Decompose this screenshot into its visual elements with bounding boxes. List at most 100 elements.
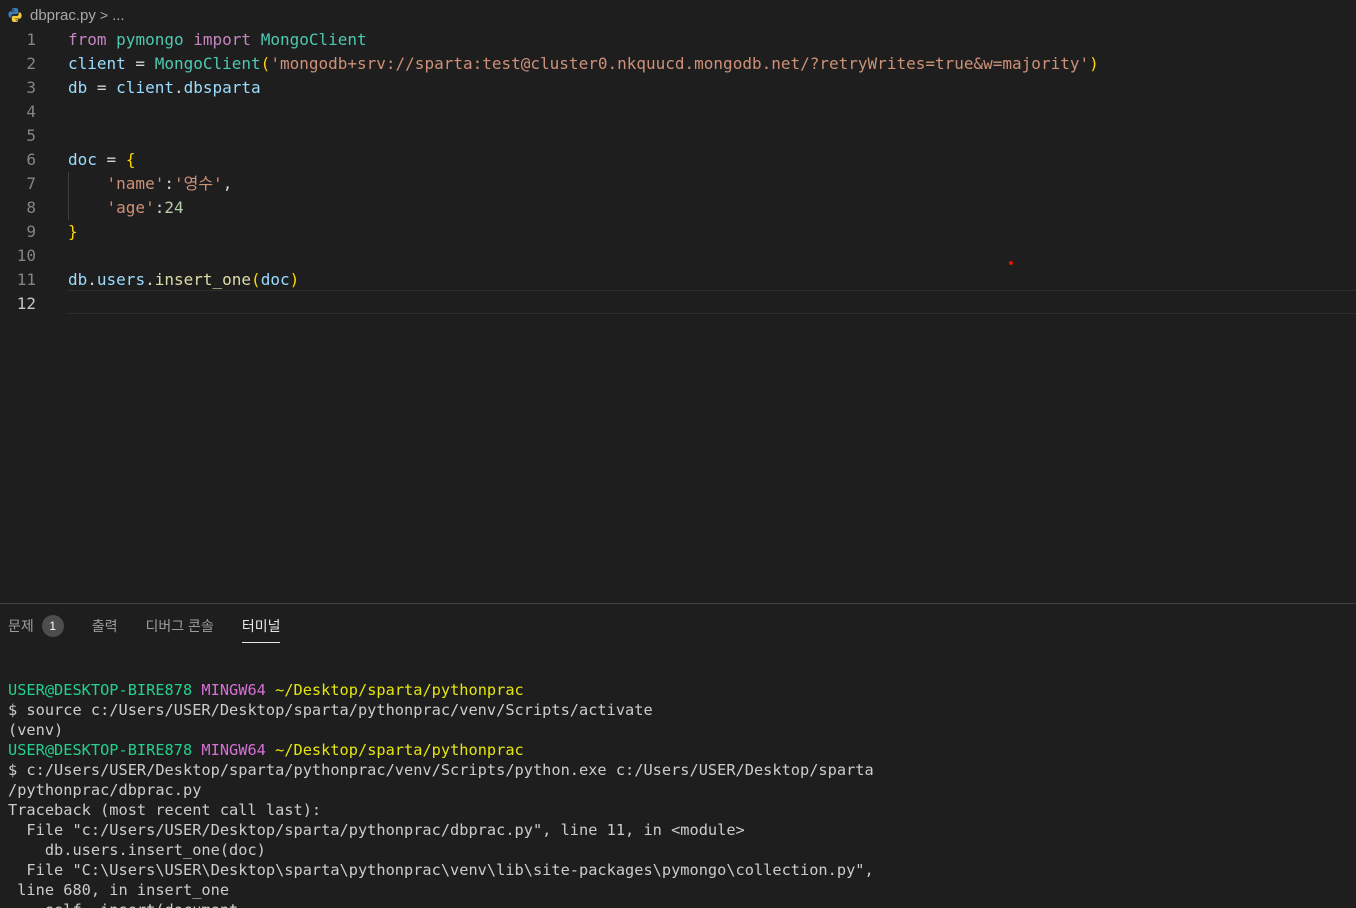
code-token: .: [145, 270, 155, 289]
code-token: =: [96, 150, 126, 169]
panel-tabs: 문제 1 출력 디버그 콘솔 터미널: [0, 604, 300, 648]
breadcrumb-file[interactable]: dbprac.py: [30, 7, 96, 24]
code-token: MongoClient: [154, 54, 261, 73]
terminal-line: /pythonprac/dbprac.py: [8, 780, 1348, 800]
bottom-panel: 문제 1 출력 디버그 콘솔 터미널 USER@DESKTOP-BIRE878 MING…: [0, 603, 1356, 908]
code-text: 'age':24: [68, 196, 184, 220]
terminal-line: $ c:/Users/USER/Desktop/sparta/pythonpra…: [8, 760, 1348, 780]
breadcrumb: dbprac.py > ...: [0, 0, 1356, 30]
panel-tab-label: 문제: [8, 618, 34, 634]
code-token: (: [260, 54, 271, 73]
code-token: doc: [68, 150, 97, 169]
code-token: 'mongodb+srv://sparta:test@cluster0.nkqu…: [270, 54, 1090, 73]
line-number: 10: [16, 246, 36, 265]
code-line[interactable]: 8 'age':24: [0, 196, 1356, 220]
code-line[interactable]: 3 db = client.dbsparta: [0, 76, 1356, 100]
panel-tab-label: 출력: [91, 618, 118, 634]
code-token: ): [289, 270, 300, 289]
terminal-text: ~/Desktop/sparta/pythonprac: [275, 681, 524, 699]
panel-tab[interactable]: 디버그 콘솔: [146, 604, 214, 648]
problems-count-badge: 1: [41, 615, 64, 637]
code-line[interactable]: 11 db.users.insert_one(doc): [0, 268, 1356, 292]
code-line[interactable]: 7 'name':'영수',: [0, 172, 1356, 196]
breadcrumb-more[interactable]: ...: [112, 7, 125, 24]
line-number: 11: [16, 270, 36, 289]
code-text: from pymongo import MongoClient: [68, 28, 367, 52]
terminal-line: $ source c:/Users/USER/Desktop/sparta/py…: [8, 700, 1348, 720]
code-token: }: [68, 222, 78, 241]
code-line[interactable]: 6 doc = {: [0, 148, 1356, 172]
code-line[interactable]: 1 from pymongo import MongoClient: [0, 28, 1356, 52]
code-token: 'name': [106, 174, 165, 193]
code-token: =: [87, 78, 117, 97]
code-token: {: [125, 150, 136, 169]
terminal-text: File "c:/Users/USER/Desktop/sparta/pytho…: [8, 821, 745, 839]
line-number: 2: [26, 54, 36, 73]
panel-tab[interactable]: 터미널: [241, 604, 281, 648]
terminal-text: $ c:/Users/USER/Desktop/sparta/pythonpra…: [8, 761, 874, 779]
terminal-line: (venv): [8, 720, 1348, 740]
code-token: insert_one: [154, 270, 252, 289]
code-token: client: [116, 78, 174, 97]
code-token: db: [68, 270, 88, 289]
code-token: MongoClient: [260, 30, 367, 49]
terminal-line: File "C:\Users\USER\Desktop\sparta\pytho…: [8, 860, 1348, 880]
terminal-line: File "c:/Users/USER/Desktop/sparta/pytho…: [8, 820, 1348, 840]
code-line[interactable]: 9}: [0, 220, 1356, 244]
code-token: '영수': [173, 174, 223, 193]
code-line[interactable]: 2 client = MongoClient('mongodb+srv://spa…: [0, 52, 1356, 76]
terminal-output[interactable]: USER@DESKTOP-BIRE878 MINGW64 ~/Desktop/s…: [8, 680, 1348, 908]
line-number: 6: [26, 150, 36, 169]
terminal-line: USER@DESKTOP-BIRE878 MINGW64 ~/Desktop/s…: [8, 740, 1348, 760]
line-number: 9: [26, 222, 36, 241]
terminal-text: USER@DESKTOP-BIRE878: [8, 681, 202, 699]
terminal-text: $ source c:/Users/USER/Desktop/sparta/py…: [8, 701, 653, 719]
terminal-text: db.users.insert_one(doc): [8, 841, 266, 859]
code-line[interactable]: 4: [0, 100, 1356, 124]
terminal-text: (venv): [8, 721, 64, 739]
code-token: doc: [260, 270, 290, 289]
terminal-text: line 680, in insert_one: [8, 881, 230, 899]
code-line[interactable]: 5: [0, 124, 1356, 148]
code-token: .: [87, 270, 97, 289]
line-number: 12: [16, 294, 36, 313]
code-token: .: [173, 78, 184, 97]
code-token: db: [68, 78, 88, 97]
terminal-line: db.users.insert_one(doc): [8, 840, 1348, 860]
line-number: 8: [26, 198, 36, 217]
line-number: 5: [26, 126, 36, 145]
code-token: 24: [164, 198, 184, 217]
terminal-line: USER@DESKTOP-BIRE878 MINGW64 ~/Desktop/s…: [8, 680, 1348, 700]
code-token: ): [1089, 54, 1099, 73]
python-file-icon: [8, 8, 22, 22]
panel-tab-label: 터미널: [241, 618, 281, 634]
code-text: 'name':'영수',: [68, 172, 233, 196]
code-line[interactable]: 12: [0, 292, 1356, 316]
terminal-text: File "C:\Users\USER\Desktop\sparta\pytho…: [8, 861, 874, 879]
chevron-right-icon: >: [99, 7, 109, 23]
code-token: =: [125, 54, 155, 73]
code-token: import: [193, 30, 252, 49]
line-number: 3: [26, 78, 36, 97]
code-token: :: [164, 174, 174, 193]
code-line[interactable]: 10: [0, 244, 1356, 268]
cursor-dot: [1009, 261, 1013, 265]
code-editor[interactable]: 1 from pymongo import MongoClient 2 client …: [0, 28, 1356, 603]
terminal-text: MINGW64: [201, 681, 276, 699]
code-token: 'age': [106, 198, 155, 217]
panel-tab[interactable]: 문제 1: [8, 604, 64, 648]
code-text: client = MongoClient('mongodb+srv://spar…: [68, 52, 1099, 76]
code-text: db.users.insert_one(doc): [68, 268, 299, 292]
terminal-line: Traceback (most recent call last):: [8, 800, 1348, 820]
terminal-text: Traceback (most recent call last):: [8, 801, 322, 819]
panel-tab-label: 디버그 콘솔: [145, 618, 214, 634]
terminal-text: USER@DESKTOP-BIRE878: [8, 741, 202, 759]
code-token: from: [68, 30, 107, 49]
code-text: doc = {: [68, 148, 135, 172]
panel-tab[interactable]: 출력: [92, 604, 118, 648]
